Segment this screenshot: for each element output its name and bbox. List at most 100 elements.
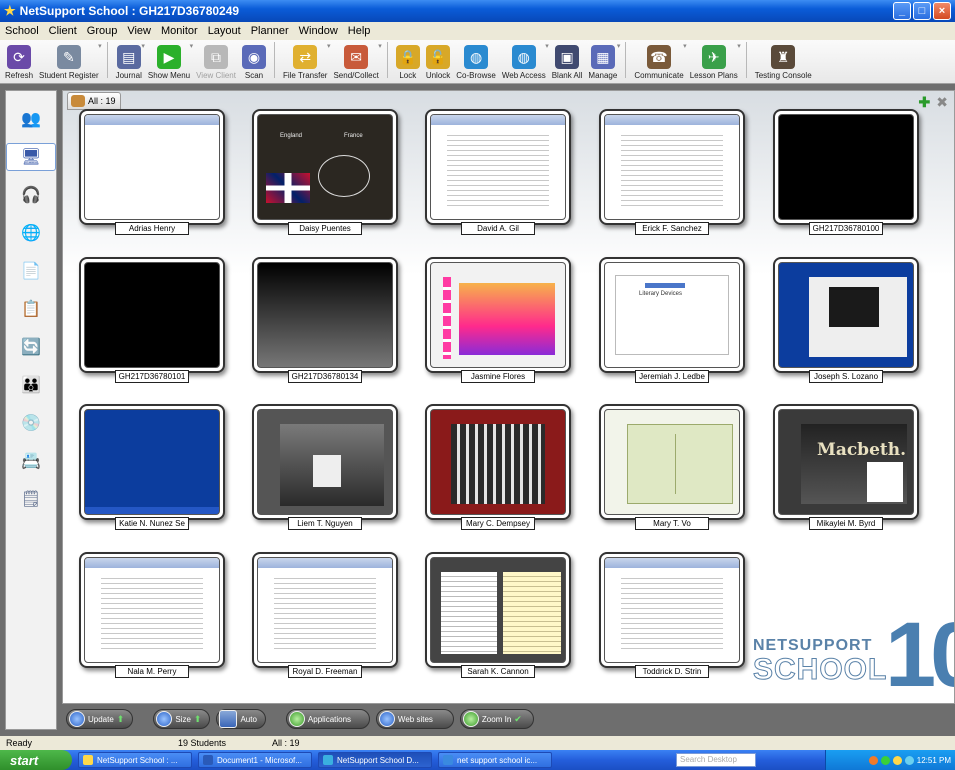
student-thumbnail-area[interactable]: All : 19 ✚ ✖ NETSUPPORT SCHOOL 10 Adrias… [62, 90, 955, 704]
status-group: All : 19 [272, 738, 300, 748]
sidebar-media-icon[interactable]: 💿 [16, 409, 46, 437]
student-thumbnail[interactable]: David A. Gil [425, 109, 571, 237]
student-thumbnail[interactable]: Mary C. Dempsey [425, 404, 571, 532]
co-browse-label: Co-Browse [456, 71, 496, 80]
lock-icon: 🔒 [395, 45, 420, 69]
menu-group[interactable]: Group [86, 25, 119, 37]
student-thumbnail[interactable]: Adrias Henry [79, 109, 225, 237]
sidebar-students-icon[interactable]: 👥 [16, 105, 46, 133]
student-thumbnail[interactable]: Macbeth. Mikaylei M. Byrd [773, 404, 919, 532]
close-button[interactable]: × [933, 2, 951, 20]
status-bar: Ready 19 Students All : 19 [0, 736, 955, 750]
student-thumbnail[interactable]: GH217D36780134 [252, 257, 398, 385]
student-name-label: Jeremiah J. Ledbe [635, 370, 709, 383]
update-button[interactable]: Update ⬆ [66, 709, 134, 729]
group-tab-all[interactable]: All : 19 [67, 92, 121, 110]
websites-button[interactable]: Web sites [375, 709, 454, 729]
student-name-label: Toddrick D. Strin [635, 665, 709, 678]
menu-planner[interactable]: Planner [250, 25, 290, 37]
zoom-in-button[interactable]: Zoom In ✔ [459, 709, 534, 729]
taskbar-task[interactable]: net support school ic... [438, 752, 552, 768]
co-browse-button[interactable]: ◍ Co-Browse [453, 40, 499, 80]
web-access-button[interactable]: ◍ Web Access ▾ [499, 40, 549, 80]
dropdown-arrow-icon[interactable]: ▾ [98, 42, 102, 50]
maximize-button[interactable]: □ [913, 2, 931, 20]
size-icon [156, 711, 173, 727]
scan-label: Scan [244, 71, 264, 80]
student-screen-preview [84, 114, 220, 220]
applications-button[interactable]: Applications [285, 709, 370, 729]
student-thumbnail[interactable]: Sarah K. Cannon [425, 552, 571, 680]
refresh-button[interactable]: ⟳ Refresh [2, 40, 36, 80]
scan-button[interactable]: ◉ Scan [239, 40, 269, 80]
refresh-icon: ⟳ [7, 45, 31, 69]
testing-console-button[interactable]: ♜ Testing Console [752, 40, 815, 80]
sidebar-globe-icon[interactable]: 🌐 [16, 219, 46, 247]
thumbnail-frame [599, 552, 745, 668]
lock-button[interactable]: 🔒 Lock [393, 40, 423, 80]
lock-label: Lock [399, 71, 417, 80]
auto-button[interactable]: Auto [216, 709, 266, 729]
student-thumbnail[interactable]: Nala M. Perry [79, 552, 225, 680]
student-screen-preview [604, 409, 740, 515]
sidebar-headset-icon[interactable]: 🎧 [16, 181, 46, 209]
sidebar-clipboard-icon[interactable]: 📋 [16, 295, 46, 323]
unlock-button[interactable]: 🔓 Unlock [423, 40, 453, 80]
show-menu-button[interactable]: ▶ Show Menu ▾ [145, 40, 193, 80]
student-thumbnail[interactable]: Katie N. Nunez Se [79, 404, 225, 532]
student-thumbnail[interactable]: Royal D. Freeman [252, 552, 398, 680]
minimize-button[interactable]: _ [893, 2, 911, 20]
journal-button[interactable]: ▤ Journal ▾ [113, 40, 145, 80]
lesson-plans-button[interactable]: ✈ Lesson Plans ▾ [687, 40, 741, 80]
sidebar-register-icon[interactable]: 📇 [16, 447, 46, 475]
menu-monitor[interactable]: Monitor [160, 25, 199, 37]
sidebar-document-icon[interactable]: 📄 [16, 257, 46, 285]
refresh-label: Refresh [5, 71, 34, 80]
menu-client[interactable]: Client [48, 25, 78, 37]
student-thumbnail[interactable]: GH217D36780101 [79, 257, 225, 385]
menu-layout[interactable]: Layout [207, 25, 242, 37]
menu-help[interactable]: Help [347, 25, 372, 37]
checkmark-icon: ✔ [514, 713, 522, 724]
student-thumbnail[interactable]: Joseph S. Lozano [773, 257, 919, 385]
start-button[interactable]: start [0, 750, 72, 770]
student-register-button[interactable]: ✎ Student Register ▾ [36, 40, 102, 80]
add-group-icon[interactable]: ✚ [919, 94, 931, 111]
remove-group-icon[interactable]: ✖ [936, 94, 948, 111]
student-thumbnail[interactable]: Literary Devices Jeremiah J. Ledbe [599, 257, 745, 385]
dropdown-arrow-icon[interactable]: ▾ [378, 42, 382, 50]
student-thumbnail[interactable]: GH217D36780100 [773, 109, 919, 237]
search-desktop-input[interactable]: Search Desktop [676, 753, 756, 767]
sidebar-whiteboard-icon[interactable]: 🗒 [16, 485, 46, 513]
lesson-plans-icon: ✈ [701, 45, 726, 69]
student-thumbnail[interactable]: Jasmine Flores [425, 257, 571, 385]
manage-icon: ▦ [590, 45, 615, 69]
taskbar-task[interactable]: Document1 - Microsof... [198, 752, 312, 768]
send-collect-button[interactable]: ✉ Send/Collect ▾ [330, 40, 381, 80]
student-thumbnail[interactable]: Erick F. Sanchez [599, 109, 745, 237]
tray-clock: 12:51 PM [916, 755, 951, 765]
menu-window[interactable]: Window [298, 25, 339, 37]
student-register-icon: ✎ [56, 45, 81, 69]
sidebar-transfer-icon[interactable]: 🔄 [16, 333, 46, 361]
student-thumbnail[interactable]: Toddrick D. Strin [599, 552, 745, 680]
dropdown-arrow-icon[interactable]: ▾ [617, 42, 621, 50]
student-name-label: Royal D. Freeman [288, 665, 362, 678]
manage-button[interactable]: ▦ Manage ▾ [585, 40, 620, 80]
thumbnail-frame: Macbeth. [773, 404, 919, 520]
menu-school[interactable]: School [4, 25, 40, 37]
sidebar-monitor-icon[interactable]: 🖥 [6, 143, 56, 171]
file-transfer-button[interactable]: ⇄ File Transfer ▾ [280, 40, 330, 80]
view-client-button[interactable]: ⧉ View Client [193, 40, 239, 80]
blank-all-button[interactable]: ▣ Blank All [549, 40, 586, 80]
student-thumbnail[interactable]: Mary T. Vo [599, 404, 745, 532]
taskbar-task[interactable]: NetSupport School : ... [78, 752, 192, 768]
dropdown-arrow-icon[interactable]: ▾ [737, 42, 741, 50]
communicate-button[interactable]: ☎ Communicate ▾ [631, 40, 686, 80]
size-button[interactable]: Size ⬆ [153, 709, 211, 729]
student-thumbnail[interactable]: England France Daisy Puentes [252, 109, 398, 237]
menu-view[interactable]: View [126, 25, 152, 37]
taskbar-task[interactable]: NetSupport School D... [318, 752, 432, 768]
student-thumbnail[interactable]: Liem T. Nguyen [252, 404, 398, 532]
sidebar-group-icon[interactable]: 👪 [16, 371, 46, 399]
